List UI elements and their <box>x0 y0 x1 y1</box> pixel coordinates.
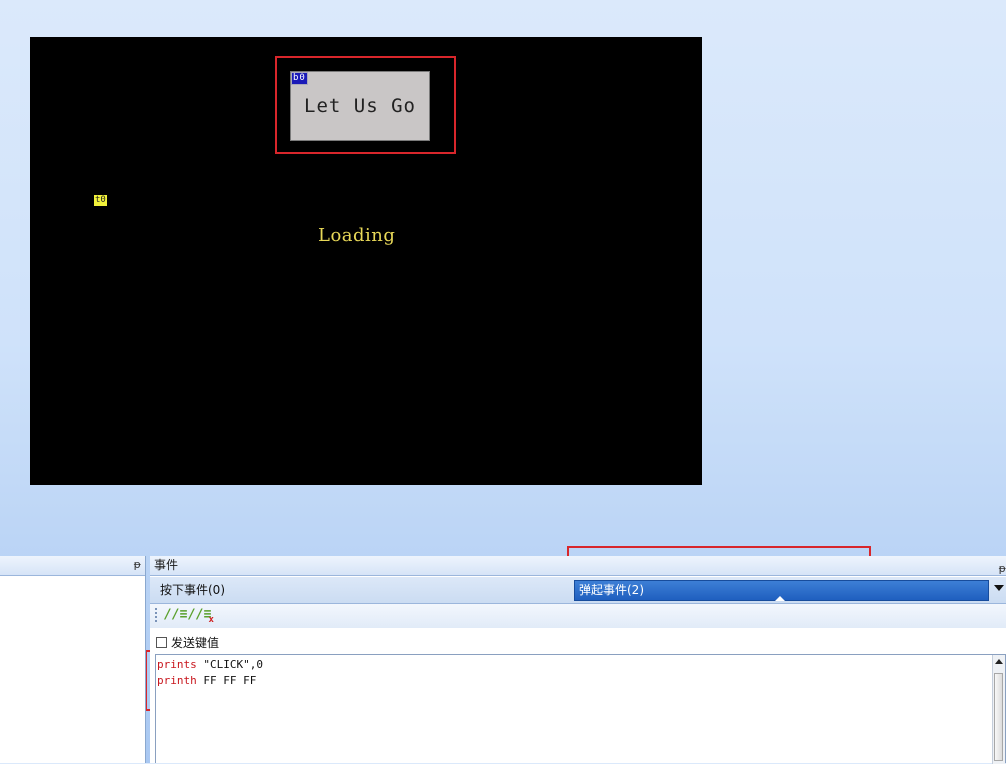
code-argument: FF FF FF <box>196 674 257 687</box>
code-argument: "CLICK",0 <box>196 658 263 671</box>
chevron-down-icon[interactable] <box>994 585 1004 591</box>
tab-release-event-label: 弹起事件(2) <box>579 583 644 597</box>
vertical-scrollbar[interactable] <box>992 655 1005 764</box>
let-us-go-button[interactable]: b0 Let Us Go <box>290 71 430 141</box>
comment-lines-icon[interactable]: //≡ <box>164 607 187 622</box>
send-key-value-row[interactable]: 发送键值 <box>156 634 219 650</box>
let-us-go-button-label: Let Us Go <box>304 95 416 117</box>
left-panel: ᵽ <box>0 556 146 763</box>
code-keyword: prints <box>157 658 197 671</box>
code-keyword: printh <box>157 674 197 687</box>
pin-icon[interactable]: ᵽ <box>134 559 141 571</box>
code-line: printh FF FF FF <box>157 674 256 688</box>
code-toolbar: //≡ //≡x <box>150 604 1006 628</box>
events-panel-header: 事件 ᵽ <box>150 556 1006 576</box>
b0-component-tag: b0 <box>291 72 308 85</box>
uncomment-lines-icon[interactable]: //≡x <box>188 607 217 625</box>
tab-press-event[interactable]: 按下事件(0) <box>154 580 231 600</box>
tab-release-event[interactable]: 弹起事件(2) <box>574 580 989 601</box>
code-line: prints "CLICK",0 <box>157 658 263 672</box>
send-key-value-label: 发送键值 <box>171 635 220 650</box>
remove-mark-icon: x <box>208 615 214 625</box>
pin-icon[interactable]: ᵽ <box>999 559 1006 578</box>
left-panel-header: ᵽ <box>0 556 145 576</box>
toolbar-grip-icon <box>155 608 157 624</box>
code-editor[interactable]: prints "CLICK",0 printh FF FF FF <box>155 654 1006 764</box>
design-canvas[interactable]: b0 Let Us Go t0 Loading <box>30 37 702 485</box>
scroll-up-icon[interactable] <box>995 659 1003 664</box>
send-key-value-checkbox[interactable] <box>156 636 167 648</box>
tab-notch-icon <box>775 596 785 601</box>
event-tabs: 按下事件(0) 弹起事件(2) <box>150 577 1006 604</box>
loading-text[interactable]: Loading <box>318 225 395 246</box>
scroll-thumb[interactable] <box>994 673 1003 761</box>
t0-component-tag[interactable]: t0 <box>94 195 107 206</box>
events-panel-title: 事件 <box>154 558 179 572</box>
events-panel: 事件 ᵽ 按下事件(0) 弹起事件(2) //≡ //≡x 发送键值 print… <box>150 556 1006 764</box>
